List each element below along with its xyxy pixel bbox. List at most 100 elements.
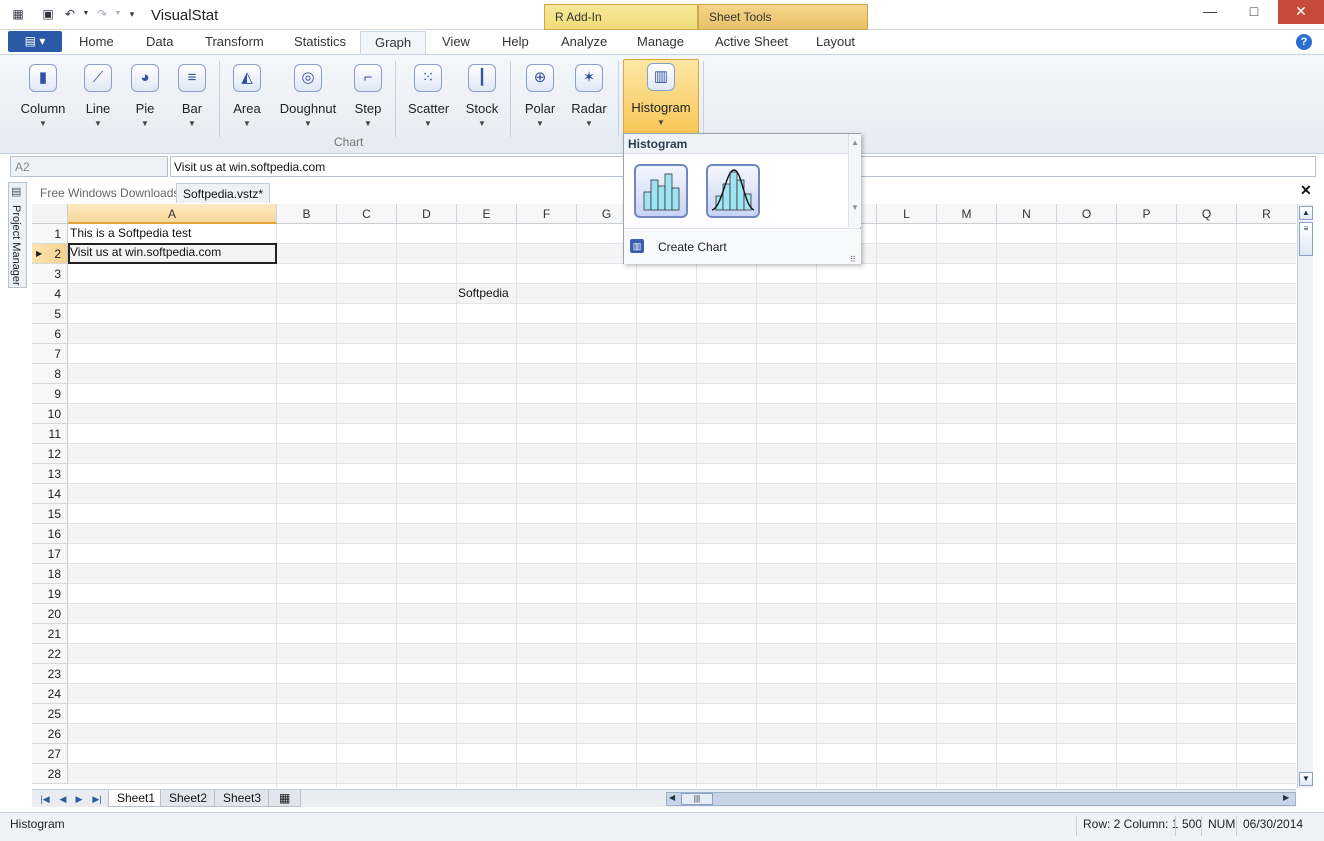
context-tab-sheet-tools[interactable]: Sheet Tools [698, 4, 868, 30]
row-header-1[interactable]: 1 [32, 224, 68, 244]
column-header-e[interactable]: E [457, 204, 517, 224]
redo-icon[interactable]: ↷ [94, 6, 110, 22]
row-header-20[interactable]: 20 [32, 604, 68, 624]
gallery-scroll-up-icon[interactable]: ▲ [849, 138, 861, 147]
maximize-button[interactable]: □ [1234, 0, 1274, 24]
column-header-m[interactable]: M [937, 204, 997, 224]
tab-transform[interactable]: Transform [205, 34, 264, 50]
doughnut-chart-button[interactable]: ◎ Doughnut ▼ [279, 61, 337, 137]
row-header-18[interactable]: 18 [32, 564, 68, 584]
polar-chart-button[interactable]: ⊕ Polar ▼ [523, 61, 557, 137]
column-header-o[interactable]: O [1057, 204, 1117, 224]
tab-layout[interactable]: Layout [816, 34, 855, 50]
cell-e4[interactable]: Softpedia [456, 283, 516, 303]
scroll-thumb[interactable]: ≡ [1299, 222, 1313, 256]
row-header-2[interactable]: 2 ▶ [32, 244, 68, 264]
column-header-a[interactable]: A [68, 204, 277, 224]
context-tab-r-addin[interactable]: R Add-In [544, 4, 698, 30]
spreadsheet-grid[interactable]: 1 2 ▶ 3 4 5 6 7 8 9 10 11 12 13 14 15 16 17 18 19 20 21 22 23 24… [32, 204, 1296, 788]
histogram-normal-curve-option[interactable] [706, 164, 760, 218]
bar-chart-button[interactable]: ≡ Bar ▼ [176, 61, 208, 137]
create-chart-item[interactable]: ▥ Create Chart ⠿ [624, 228, 861, 264]
row-header-9[interactable]: 9 [32, 384, 68, 404]
tab-graph[interactable]: Graph [360, 31, 427, 55]
row-header-8[interactable]: 8 [32, 364, 68, 384]
row-header-6[interactable]: 6 [32, 324, 68, 344]
sheet-tab-1[interactable]: Sheet1 [108, 790, 165, 807]
row-header-23[interactable]: 23 [32, 664, 68, 684]
row-header-24[interactable]: 24 [32, 684, 68, 704]
doc-tab-softpedia[interactable]: Softpedia.vstz* [176, 183, 271, 203]
line-chart-button[interactable]: ⟋ Line ▼ [82, 61, 114, 137]
row-header-7[interactable]: 7 [32, 344, 68, 364]
tab-analyze[interactable]: Analyze [561, 34, 607, 50]
sheet-tab-3[interactable]: Sheet3 [214, 790, 271, 807]
customize-quick-access-icon[interactable]: ▾ [124, 6, 140, 22]
scroll-left-icon[interactable]: ◀ [669, 793, 675, 802]
next-sheet-icon[interactable]: ▶ [72, 792, 86, 806]
row-header-15[interactable]: 15 [32, 504, 68, 524]
close-button[interactable]: ✕ [1278, 0, 1324, 24]
stock-chart-button[interactable]: ┃ Stock ▼ [465, 61, 499, 137]
last-sheet-icon[interactable]: ▶| [90, 792, 104, 806]
gallery-scroll-down-icon[interactable]: ▼ [849, 203, 861, 212]
resize-grip-icon[interactable]: ⠿ [850, 255, 856, 264]
column-header-p[interactable]: P [1117, 204, 1177, 224]
histogram-chart-button[interactable]: ▥ Histogram ▼ [623, 59, 699, 139]
column-header-q[interactable]: Q [1177, 204, 1237, 224]
add-sheet-button[interactable]: ▦ [268, 790, 302, 807]
horizontal-scroll-thumb[interactable]: ||| [681, 793, 713, 805]
tab-statistics[interactable]: Statistics [294, 34, 346, 50]
column-header-d[interactable]: D [397, 204, 457, 224]
project-manager-tab[interactable]: ▤ Project Manager [8, 182, 27, 288]
undo-dropdown-icon[interactable]: ▼ [78, 6, 94, 22]
name-box[interactable]: A2 [10, 156, 168, 177]
scroll-up-icon[interactable]: ▲ [1299, 206, 1313, 220]
tab-data[interactable]: Data [146, 34, 173, 50]
select-all-corner[interactable] [32, 204, 68, 224]
column-header-r[interactable]: R [1237, 204, 1296, 224]
close-document-icon[interactable]: ✕ [1300, 182, 1312, 199]
row-header-16[interactable]: 16 [32, 524, 68, 544]
horizontal-scrollbar[interactable]: ◀ ||| ▶ [666, 792, 1296, 806]
vertical-scrollbar[interactable]: ▲ ≡ ▼ [1297, 204, 1313, 788]
row-header-14[interactable]: 14 [32, 484, 68, 504]
row-header-27[interactable]: 27 [32, 744, 68, 764]
row-header-28[interactable]: 28 [32, 764, 68, 784]
tab-active-sheet[interactable]: Active Sheet [715, 34, 788, 50]
column-header-l[interactable]: L [877, 204, 937, 224]
row-header-4[interactable]: 4 [32, 284, 68, 304]
row-header-17[interactable]: 17 [32, 544, 68, 564]
tab-help[interactable]: Help [502, 34, 529, 50]
column-header-f[interactable]: F [517, 204, 577, 224]
doc-tab-free-windows-downloads[interactable]: Free Windows Downloads [34, 183, 185, 203]
undo-icon[interactable]: ↶ [62, 6, 78, 22]
tab-home[interactable]: Home [79, 34, 114, 50]
tab-manage[interactable]: Manage [637, 34, 684, 50]
column-header-n[interactable]: N [997, 204, 1057, 224]
row-header-26[interactable]: 26 [32, 724, 68, 744]
pie-chart-button[interactable]: ◕ Pie ▼ [130, 61, 160, 137]
row-header-5[interactable]: 5 [32, 304, 68, 324]
first-sheet-icon[interactable]: |◀ [38, 792, 52, 806]
scroll-down-icon[interactable]: ▼ [1299, 772, 1313, 786]
area-chart-button[interactable]: ◭ Area ▼ [230, 61, 264, 137]
minimize-button[interactable]: — [1190, 0, 1230, 24]
cell-a1[interactable]: This is a Softpedia test [68, 223, 277, 243]
column-chart-button[interactable]: ▮ Column ▼ [20, 61, 66, 137]
file-menu-button[interactable]: ▤ ▾ [8, 31, 62, 52]
step-chart-button[interactable]: ⌐ Step ▼ [352, 61, 384, 137]
prev-sheet-icon[interactable]: ◀ [56, 792, 70, 806]
radar-chart-button[interactable]: ✶ Radar ▼ [571, 61, 607, 137]
histogram-basic-option[interactable] [634, 164, 688, 218]
row-header-12[interactable]: 12 [32, 444, 68, 464]
row-header-21[interactable]: 21 [32, 624, 68, 644]
gallery-scrollbar[interactable]: ▲ ▼ [848, 134, 861, 227]
row-header-10[interactable]: 10 [32, 404, 68, 424]
row-header-13[interactable]: 13 [32, 464, 68, 484]
scatter-chart-button[interactable]: ⁙ Scatter ▼ [408, 61, 449, 137]
row-header-25[interactable]: 25 [32, 704, 68, 724]
column-header-b[interactable]: B [277, 204, 337, 224]
column-header-c[interactable]: C [337, 204, 397, 224]
save-icon[interactable]: ▣ [40, 6, 56, 22]
